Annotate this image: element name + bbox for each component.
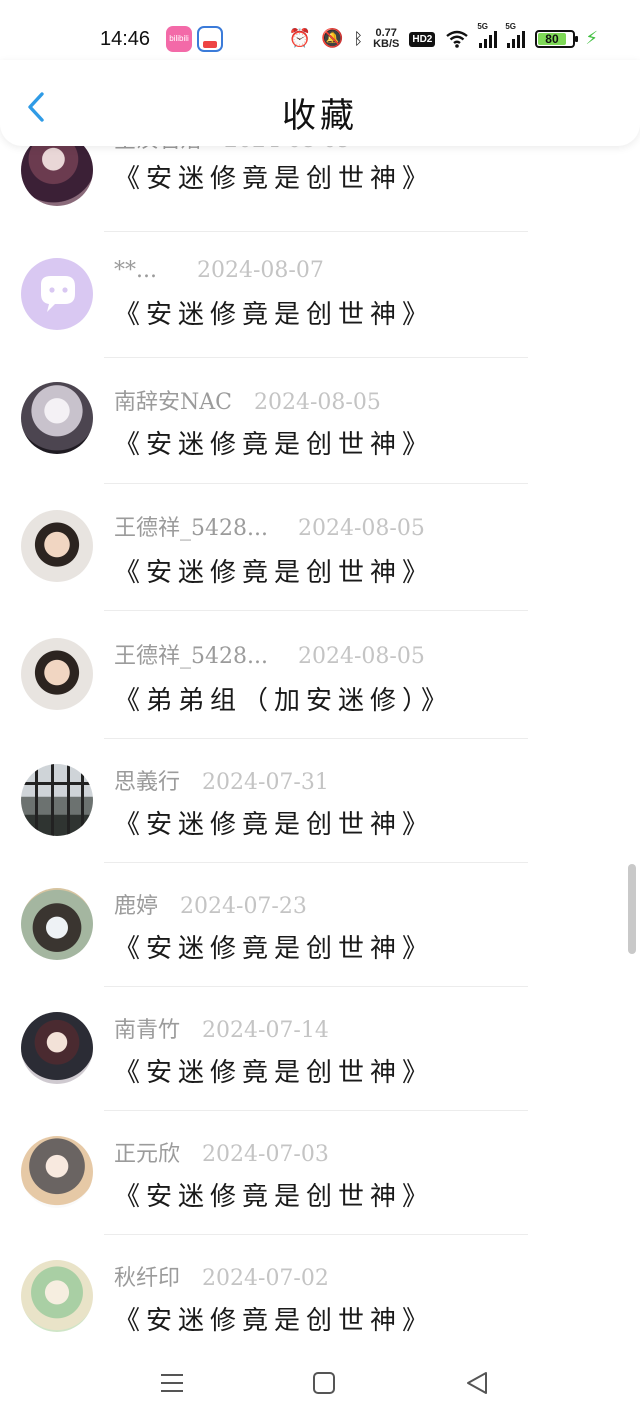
item-date: 2024-08-07 (196, 258, 324, 283)
item-title: 《安迷修竟是创世神》 (114, 164, 435, 194)
battery-icon: 80 (535, 30, 579, 48)
divider (104, 738, 528, 739)
item-title: 《安迷修竟是创世神》 (114, 558, 435, 588)
item-user: 秋纤印 (114, 1266, 181, 1291)
item-date: 2024-07-02 (202, 1266, 329, 1291)
item-user: 正元欣 (114, 1142, 181, 1167)
list-item[interactable]: 王德祥_5428... 2024-08-05 《安迷修竟是创世神》 (0, 484, 640, 611)
item-date: 2024-07-14 (202, 1018, 329, 1043)
item-title: 《安迷修竟是创世神》 (114, 300, 435, 330)
item-user: 王德祥_5428... (114, 516, 268, 541)
divider (104, 986, 528, 987)
alarm-icon: ⏰ (288, 28, 312, 49)
item-title: 《弟弟组（加安迷修）》 (114, 686, 454, 716)
signal-5g-2-icon: 5G (505, 22, 526, 48)
wifi-icon (446, 30, 469, 48)
list-item[interactable]: 正元欣 2024-07-03 《安迷修竟是创世神》 (0, 1112, 640, 1236)
list-item[interactable]: 鹿婷 2024-07-23 《安迷修竟是创世神》 (0, 864, 640, 988)
item-date: 2024-07-23 (180, 894, 307, 919)
item-meta: 南青竹 2024-07-14 (114, 1012, 329, 1044)
item-date: 2024-08-05 (297, 644, 425, 669)
item-meta: 王德祥_5428... 2024-08-05 (114, 638, 425, 670)
battery-level: 80 (538, 33, 566, 45)
list-item[interactable]: **... 2024-08-07 《安迷修竟是创世神》 (0, 234, 640, 358)
avatar (21, 258, 93, 330)
home-icon[interactable] (311, 1370, 337, 1396)
item-user: 南青竹 (114, 1018, 181, 1043)
avatar (21, 1260, 93, 1332)
avatar (21, 1012, 93, 1084)
item-user: 王德祥_5428... (114, 644, 268, 669)
avatar (21, 638, 93, 710)
window-bars-icon (21, 764, 93, 836)
hd-badge: HD2 (409, 31, 436, 47)
item-title: 《安迷修竟是创世神》 (114, 934, 435, 964)
divider (104, 231, 528, 232)
chat-bubble-icon (41, 276, 75, 312)
item-title: 《安迷修竟是创世神》 (114, 810, 435, 840)
bluetooth-icon: ᛒ (353, 29, 364, 48)
signal-5g-1-icon: 5G (477, 22, 498, 48)
signal-tag: 5G (477, 22, 489, 31)
system-nav-bar (0, 1344, 640, 1422)
list-item[interactable]: 王德祥_5428... 2024-08-05 《弟弟组（加安迷修）》 (0, 612, 640, 739)
avatar (21, 1136, 93, 1208)
item-date: 2024-08-05 (297, 516, 425, 541)
list-item[interactable]: 南辞安NAC 2024-08-05 《安迷修竟是创世神》 (0, 358, 640, 484)
charging-icon: ⚡ (585, 28, 598, 49)
network-speed: 0.77 KB/S (373, 28, 399, 50)
avatar (21, 382, 93, 454)
item-user: 南辞安NAC (114, 390, 232, 415)
divider (104, 1234, 528, 1235)
divider (104, 610, 528, 611)
item-user: 鹿婷 (114, 894, 159, 919)
item-title: 《安迷修竟是创世神》 (114, 1058, 435, 1088)
avatar (21, 764, 93, 836)
list-item[interactable]: 南青竹 2024-07-14 《安迷修竟是创世神》 (0, 988, 640, 1112)
item-user: 思義行 (114, 770, 181, 795)
item-meta: 王德祥_5428... 2024-08-05 (114, 510, 425, 542)
item-user: **... (114, 258, 157, 283)
divider (104, 1110, 528, 1111)
status-icons: ⏰ 🔕 ᛒ 0.77 KB/S HD2 5G 5G 80 ⚡ (288, 22, 598, 54)
item-date: 2024-07-31 (202, 770, 329, 795)
network-speed-unit: KB/S (373, 38, 400, 50)
header: 收藏 (0, 60, 640, 146)
divider (104, 862, 528, 863)
item-meta: 正元欣 2024-07-03 (114, 1136, 329, 1168)
back-nav-icon[interactable] (464, 1370, 490, 1396)
avatar (21, 510, 93, 582)
avatar (21, 888, 93, 960)
item-meta: 秋纤印 2024-07-02 (114, 1260, 329, 1292)
item-meta: 鹿婷 2024-07-23 (114, 888, 307, 920)
item-date: 2024-08-05 (253, 390, 381, 415)
item-title: 《安迷修竟是创世神》 (114, 430, 435, 460)
item-meta: **... 2024-08-07 (114, 258, 324, 283)
status-time: 14:46 (100, 28, 151, 50)
page-title: 收藏 (282, 96, 358, 136)
menu-icon[interactable] (159, 1370, 185, 1396)
list-item[interactable]: 秋纤印 2024-07-02 《安迷修竟是创世神》 (0, 1236, 640, 1360)
item-meta: 思義行 2024-07-31 (114, 764, 329, 796)
signal-tag: 5G (505, 22, 517, 31)
scrollbar[interactable] (628, 864, 636, 954)
mute-icon: 🔕 (321, 28, 344, 49)
list-item[interactable]: 思義行 2024-07-31 《安迷修竟是创世神》 (0, 740, 640, 864)
bilibili-app-icon: bilibili (166, 26, 192, 52)
item-meta: 南辞安NAC 2024-08-05 (114, 384, 381, 416)
item-title: 《安迷修竟是创世神》 (114, 1182, 435, 1212)
notification-app-icon (197, 26, 223, 52)
item-title: 《安迷修竟是创世神》 (114, 1306, 435, 1336)
item-date: 2024-07-03 (202, 1142, 329, 1167)
